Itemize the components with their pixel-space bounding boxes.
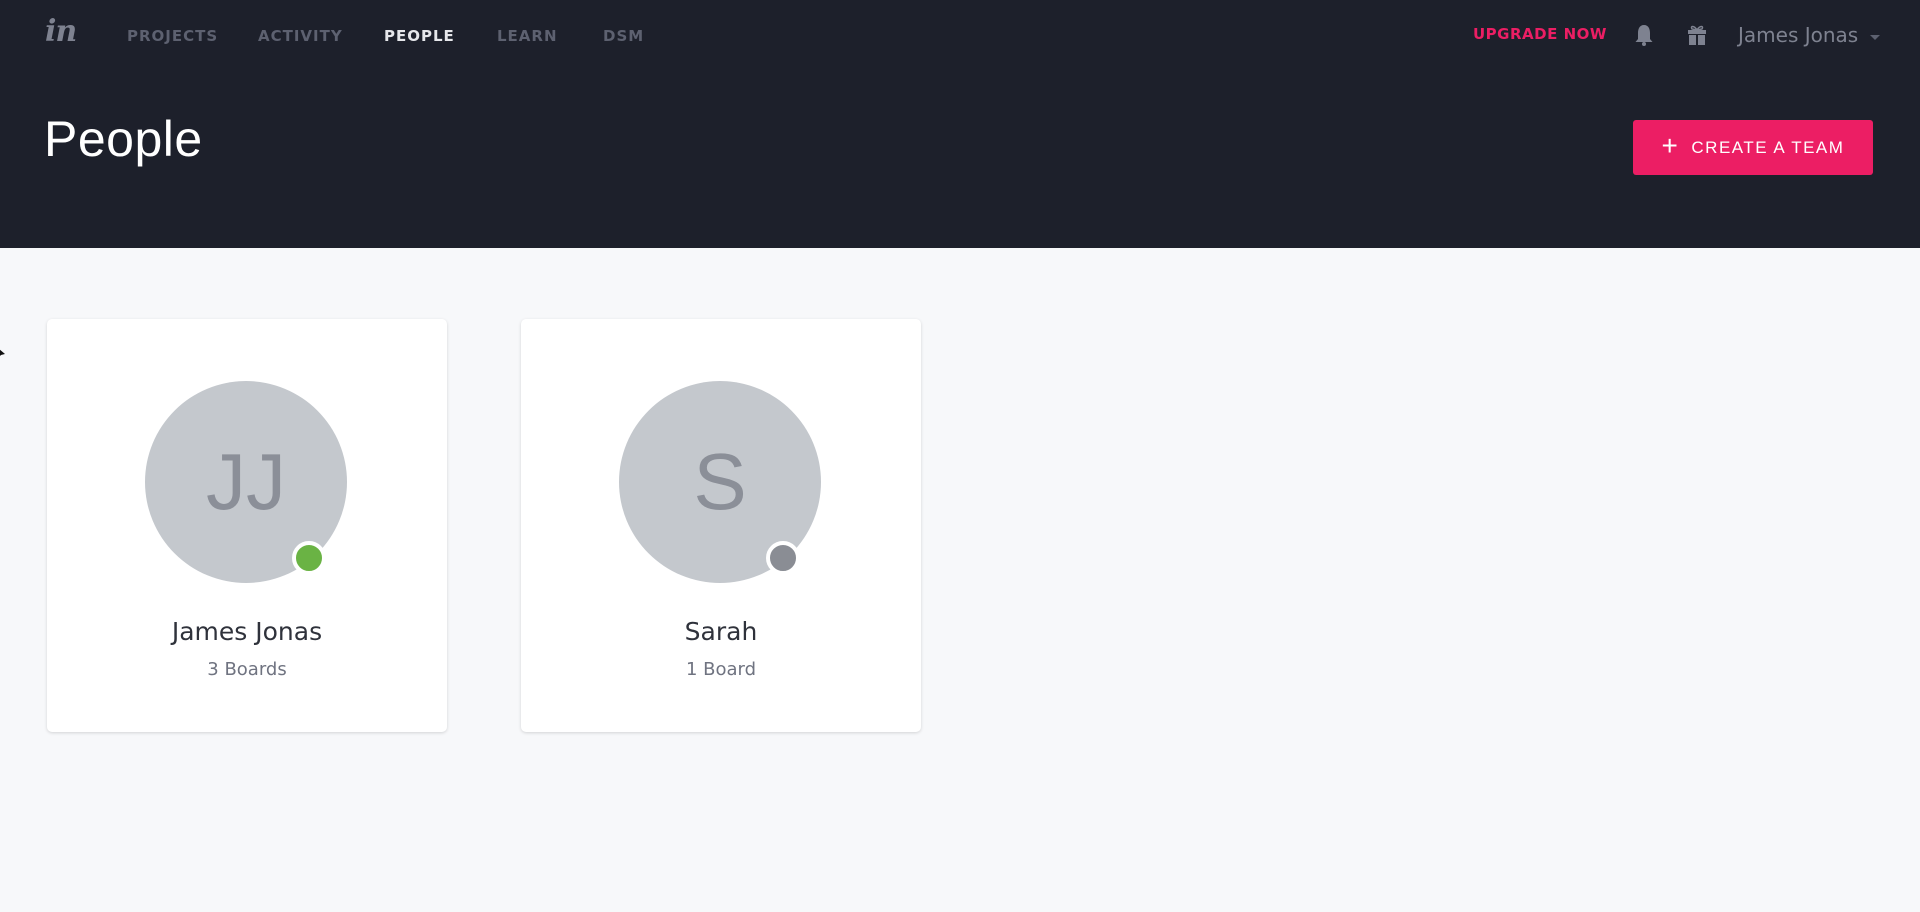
nav-item-learn[interactable]: LEARN	[497, 27, 558, 45]
chevron-down-icon	[1870, 34, 1881, 40]
nav-item-activity[interactable]: ACTIVITY	[258, 27, 343, 45]
person-card[interactable]: S Sarah 1 Board	[521, 319, 921, 732]
person-name: Sarah	[684, 617, 758, 646]
avatar-initials: S	[693, 437, 747, 526]
status-online-indicator	[292, 541, 326, 575]
invision-logo[interactable]: in	[45, 14, 77, 49]
upgrade-now-link[interactable]: UPGRADE NOW	[1473, 25, 1607, 43]
person-name: James Jonas	[171, 617, 323, 646]
person-board-count: 3 Boards	[207, 659, 287, 680]
header: in PROJECTS ACTIVITY PEOPLE LEARN DSM UP…	[0, 0, 1920, 248]
avatar-initials: JJ	[206, 437, 286, 526]
mouse-cursor-icon	[0, 345, 6, 357]
nav-item-projects[interactable]: PROJECTS	[127, 27, 218, 45]
top-navigation: in PROJECTS ACTIVITY PEOPLE LEARN DSM UP…	[0, 0, 1920, 72]
gift-icon[interactable]	[1684, 22, 1710, 48]
status-offline-indicator	[766, 541, 800, 575]
nav-item-people[interactable]: PEOPLE	[384, 27, 455, 45]
plus-icon: +	[1661, 130, 1680, 161]
person-board-count: 1 Board	[685, 659, 757, 680]
bell-icon[interactable]	[1631, 22, 1657, 48]
user-menu[interactable]: James Jonas	[1738, 23, 1881, 47]
person-card[interactable]: JJ James Jonas 3 Boards	[47, 319, 447, 732]
create-team-label: CREATE A TEAM	[1691, 137, 1845, 157]
user-name: James Jonas	[1738, 23, 1859, 47]
create-team-button[interactable]: + CREATE A TEAM	[1633, 120, 1873, 175]
page-title: People	[44, 111, 203, 167]
nav-item-dsm[interactable]: DSM	[603, 27, 644, 45]
